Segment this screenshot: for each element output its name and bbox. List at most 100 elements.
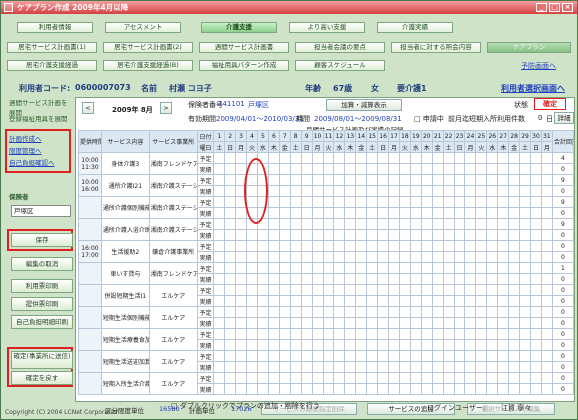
table-row: 短期入所生活介護送迎加算エルケア予定0 [78, 372, 575, 395]
period-value: 2009/08/01〜2009/08/31 [314, 115, 402, 123]
count-unit: 日 [546, 115, 553, 123]
day-header: 28 [508, 130, 521, 142]
month-label: 2009年 8月 [112, 106, 153, 114]
age-value: 67歳 [333, 84, 353, 93]
nav-user-info[interactable]: 利用者情報 [17, 22, 93, 33]
nav-progress[interactable]: 居宅介護支援経過 [7, 60, 97, 71]
day-header: 25 [475, 130, 488, 142]
prevention-link[interactable]: 予防画面へ [521, 61, 556, 71]
prev-month-button[interactable]: < [82, 102, 94, 114]
day-header: 9 [300, 130, 313, 142]
nav-plan1[interactable]: 居宅サービス計画書(1) [7, 42, 97, 53]
highlight-ellipse [244, 158, 268, 224]
day-header: 29 [519, 130, 532, 142]
weekday-header: 火 [398, 141, 411, 153]
nav-care-support[interactable]: 介護支援 [201, 22, 277, 33]
minimize-button[interactable]: _ [536, 3, 547, 12]
col-provider: サービス事業所 [148, 130, 198, 153]
table-row: 車いす貸与湘南フレンドケアサービス予定1 [78, 262, 575, 285]
nav-schedule[interactable]: 顧客スケジュール [295, 60, 385, 71]
nav-advanced-support[interactable]: より高い支援 [289, 22, 365, 33]
weekday-header: 水 [333, 141, 346, 153]
col-time: 提供時間帯 [78, 130, 102, 153]
nav-meeting-points[interactable]: 担当者会議の要点 [295, 42, 385, 53]
day-header: 7 [278, 130, 291, 142]
day-header: 23 [453, 130, 466, 142]
confirm-send-button[interactable]: 確定(事業所に送信) [11, 351, 73, 369]
prev-month-label: 前月迄短期入所利用件数 [448, 115, 525, 123]
weekday-header: 土 [442, 141, 455, 153]
schedule-table: 提供時間帯サービス内容サービス事業所日付12345678910111213141… [78, 130, 575, 395]
login-user: 江賀 寧々 [501, 404, 532, 412]
code-label: 利用者コード: [19, 84, 71, 93]
status-badge: 確定 [534, 98, 566, 110]
sidebar-item-welfare[interactable]: 登録福祉用具を展開 [9, 113, 68, 123]
day-header: 20 [420, 130, 433, 142]
table-row: 10:0011:30身体介護3湘南フレンドケアサービス予定4 [78, 152, 575, 175]
maximize-button[interactable]: □ [549, 3, 560, 12]
day-header: 3 [235, 130, 248, 142]
weekday-header: 日 [453, 141, 466, 153]
nav-progress-b[interactable]: 居宅介護支援経過(B) [103, 60, 193, 71]
dbl-checkbox[interactable]: □ ダブルクリックでプランの追加・削除を行う [171, 401, 320, 411]
main-panel: < 2009年 8月 > 保険者番号 141101 戸塚区 加算・減算表示 状態… [75, 97, 575, 402]
weekday-header: 金 [431, 141, 444, 153]
day-header: 10 [311, 130, 324, 142]
col-total: 合計回数 [551, 130, 575, 153]
day-header: 21 [431, 130, 444, 142]
detail-button[interactable]: 詳細 [554, 112, 574, 124]
print-usage-button[interactable]: 利用票印刷 [11, 279, 73, 293]
user-select-link[interactable]: 利用者選択画面へ [501, 83, 565, 94]
nav-careplan[interactable]: ケアプラン [487, 42, 571, 53]
addsub-button[interactable]: 加算・減算表示 [326, 99, 402, 111]
weekday-header: 日 [377, 141, 390, 153]
weekday-header: 木 [420, 141, 433, 153]
count-value: 0 [538, 114, 543, 122]
highlight-box-links [5, 129, 71, 173]
nav-plan2[interactable]: 居宅サービス計画書(2) [103, 42, 193, 53]
weekday-header: 月 [388, 141, 400, 153]
table-row: 短期生活個別機能訓練体制加算エルケア予定0 [78, 306, 575, 329]
weekday-header: 水 [256, 141, 269, 153]
revert-confirm-button[interactable]: 確定を戻す [11, 371, 73, 385]
day-header: 5 [256, 130, 269, 142]
next-month-button[interactable]: > [160, 102, 172, 114]
day-header: 16 [377, 130, 390, 142]
print-provision-button[interactable]: 提供票印刷 [11, 297, 73, 311]
nav-inquiry[interactable]: 担当者に対する照会内容 [391, 42, 481, 53]
day-header: 13 [344, 130, 357, 142]
app-icon [4, 3, 13, 12]
day-header: 22 [442, 130, 455, 142]
day-header: 17 [388, 130, 400, 142]
nav-assessment[interactable]: アセスメント [105, 22, 181, 33]
status-label: 状態 [514, 101, 528, 109]
weekday-header: 金 [278, 141, 291, 153]
close-button[interactable]: × [562, 3, 573, 12]
insurer-label: 保険者 [9, 193, 29, 201]
applying-checkbox[interactable]: □ 申請中 [414, 114, 444, 124]
day-header: 12 [333, 130, 346, 142]
nav-care-record[interactable]: 介護実績 [377, 22, 453, 33]
code-value: 0600007073 [75, 83, 131, 92]
period-label: 期間 [296, 115, 310, 123]
valid-label: 有効期間 [188, 115, 216, 123]
weekday-header: 火 [246, 141, 258, 153]
weekday-header: 土 [289, 141, 302, 153]
day-header: 19 [409, 130, 422, 142]
insurer-field[interactable]: 戸塚区 [11, 205, 71, 217]
sex-value: 女 [371, 84, 379, 93]
print-burden-button[interactable]: 自己負担明細印刷 [11, 315, 73, 329]
nav-weekly-plan[interactable]: 週間サービス計画書 [199, 42, 289, 53]
day-header: 6 [267, 130, 280, 142]
name-value: 村瀬 コヨ子 [169, 84, 212, 93]
nav-welfare-pattern[interactable]: 福祉用具パターン作成 [199, 60, 289, 71]
table-row: 通所介護入浴介助加算湘南介護ステーション予定9 [78, 218, 575, 241]
weekday-header: 日 [224, 141, 237, 153]
save-button[interactable]: 保存 [11, 233, 73, 247]
valid-value: 2009/04/01〜2010/03/31 [216, 115, 304, 123]
day-header: 2 [224, 130, 237, 142]
weekday-header: 土 [213, 141, 226, 153]
dbl-label: ダブルクリックでプランの追加・削除を行う [179, 402, 320, 410]
cancel-edit-button[interactable]: 編集の取消 [11, 257, 73, 271]
insurer-no: 141101 [218, 100, 245, 108]
